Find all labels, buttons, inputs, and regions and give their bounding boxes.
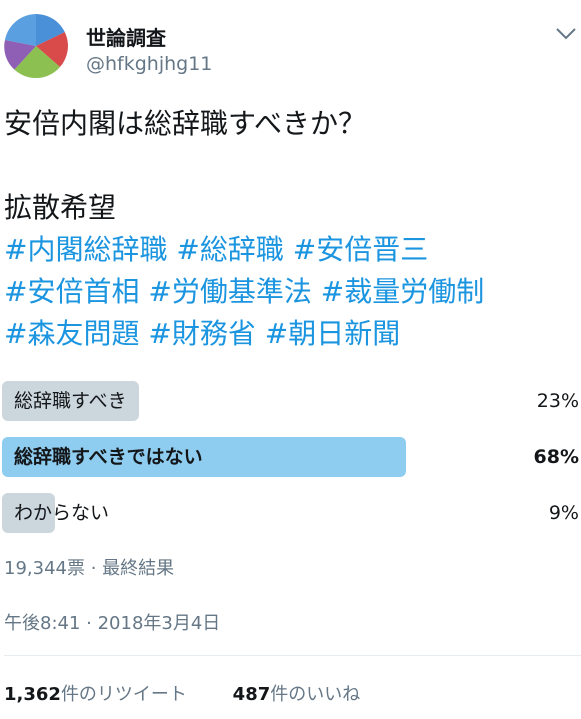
tweet-text: 安倍内閣は総辞職すべきか？ 拡散希望 #内閣総辞職 #総辞職 #安倍晋三 #安倍… — [4, 103, 574, 355]
tweet-question: 安倍内閣は総辞職すべきか？ — [4, 107, 367, 140]
poll-option-percent: 68% — [533, 446, 579, 468]
poll-option-label: 総辞職すべき — [14, 390, 127, 412]
chevron-down-icon[interactable] — [555, 26, 577, 40]
tweet-timestamp[interactable]: 午後8:41 · 2018年3月4日 — [4, 609, 220, 635]
poll-option: 総辞職すべきではない 68% — [2, 437, 579, 477]
tweet-request: 拡散希望 — [4, 191, 117, 224]
pie-chart-avatar-icon[interactable] — [4, 14, 68, 78]
hashtag-link[interactable]: #森友問題 — [4, 317, 139, 350]
poll: 総辞職すべき 23% 総辞職すべきではない 68% わからない 9% — [2, 381, 579, 549]
hashtag-link[interactable]: #労働基準法 — [148, 275, 311, 308]
divider — [4, 655, 581, 656]
likes-count: 487 — [232, 684, 271, 705]
hashtag-link[interactable]: #安倍首相 — [4, 275, 139, 308]
hashtag-line: #内閣総辞職 #総辞職 #安倍晋三 — [4, 229, 574, 271]
likes-label: 件のいいね — [270, 684, 361, 705]
author-handle[interactable]: @hfkghjhg11 — [86, 53, 212, 75]
hashtag-link[interactable]: #総辞職 — [176, 233, 283, 266]
tweet-stats: 1,362件のリツイート 487件のいいね — [4, 680, 400, 706]
poll-option: わからない 9% — [2, 493, 579, 533]
poll-option-label: わからない — [14, 502, 110, 524]
hashtag-line: #森友問題 #財務省 #朝日新聞 — [4, 313, 574, 355]
likes-stat[interactable]: 487件のいいね — [233, 680, 361, 706]
poll-option-percent: 9% — [548, 502, 579, 524]
hashtag-link[interactable]: #安倍晋三 — [293, 233, 428, 266]
retweets-count: 1,362 — [4, 684, 61, 705]
retweets-label: 件のリツイート — [60, 684, 187, 705]
hashtag-link[interactable]: #財務省 — [148, 317, 255, 350]
tweet-header: 世論調査 @hfkghjhg11 — [0, 0, 581, 90]
retweets-stat[interactable]: 1,362件のリツイート — [4, 680, 187, 706]
hashtag-link[interactable]: #裁量労働制 — [321, 275, 484, 308]
hashtag-link[interactable]: #朝日新聞 — [265, 317, 400, 350]
author-display-name[interactable]: 世論調査 — [86, 22, 166, 51]
hashtag-link[interactable]: #内閣総辞職 — [4, 233, 167, 266]
poll-option-label: 総辞職すべきではない — [14, 446, 203, 468]
hashtag-line: #安倍首相 #労働基準法 #裁量労働制 — [4, 271, 574, 313]
poll-option: 総辞職すべき 23% — [2, 381, 579, 421]
poll-option-percent: 23% — [536, 390, 579, 412]
poll-vote-summary: 19,344票 · 最終結果 — [4, 558, 175, 579]
